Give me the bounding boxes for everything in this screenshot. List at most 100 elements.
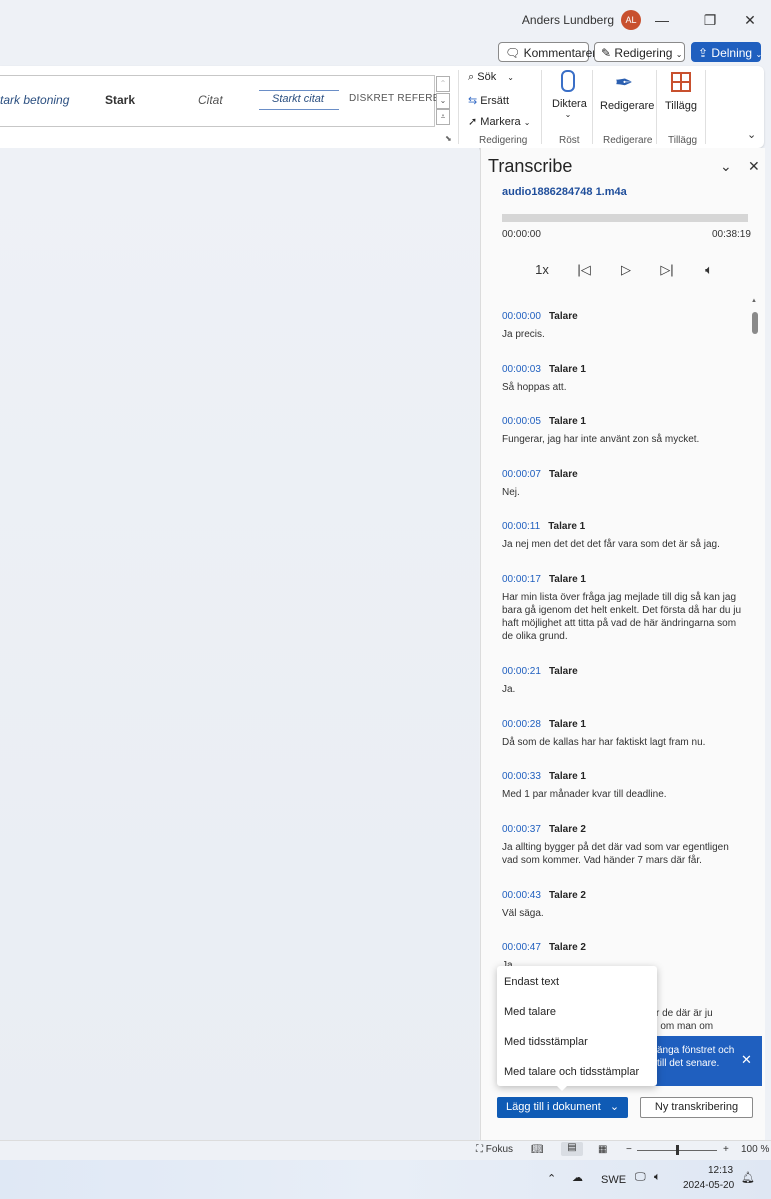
- zoom-out-icon[interactable]: −: [626, 1144, 632, 1155]
- select-button[interactable]: ➚ Markera ⌄: [468, 115, 530, 128]
- gallery-up-arrow[interactable]: ⌃: [436, 76, 450, 92]
- clock-time[interactable]: 12:13: [708, 1165, 733, 1176]
- timestamp-link[interactable]: 00:00:17: [502, 574, 541, 585]
- timestamp-link[interactable]: 00:00:05: [502, 416, 541, 427]
- show-hidden-icons-chevron-icon[interactable]: ⌃: [547, 1172, 556, 1185]
- timestamp-link[interactable]: 00:00:07: [502, 469, 541, 480]
- playback-progress-bar[interactable]: [502, 214, 748, 222]
- notifications-bell-icon[interactable]: 🔔︎: [741, 1171, 755, 1184]
- volume-icon[interactable]: 🔈︎: [697, 262, 721, 278]
- playback-speed-button[interactable]: 1x: [530, 262, 554, 277]
- dialog-launcher-icon[interactable]: ⬊: [445, 134, 452, 143]
- scroll-up-arrow-icon[interactable]: ▲: [751, 298, 757, 304]
- addins-button[interactable]: Tillägg: [664, 70, 698, 112]
- group-label-editing: Redigering: [479, 135, 528, 146]
- transcript-entry[interactable]: 00:00:33 Talare 1 Med 1 par månader kvar …: [502, 768, 746, 801]
- transcript-text: Nej.: [502, 487, 520, 498]
- print-layout-icon[interactable]: ▤: [561, 1142, 583, 1156]
- timestamp-link[interactable]: 00:00:47: [502, 942, 541, 953]
- speaker-label: Talare 1: [548, 771, 586, 782]
- transcript-entry[interactable]: 00:00:37 Talare 2 Ja allting bygger på de…: [502, 821, 746, 867]
- web-layout-icon[interactable]: ▦: [598, 1144, 607, 1155]
- menu-item-with-timestamps[interactable]: Med tidsstämplar: [504, 1036, 588, 1048]
- replace-button[interactable]: ⇆ Ersätt: [468, 94, 509, 107]
- minimize-button[interactable]: —: [647, 8, 677, 32]
- timestamp-link[interactable]: 00:00:33: [502, 771, 541, 782]
- zoom-slider-thumb[interactable]: [676, 1145, 679, 1155]
- focus-mode-button[interactable]: ⛶ Fokus: [476, 1144, 513, 1155]
- transcript-entry[interactable]: 00:00:05 Talare 1 Fungerar, jag har inte …: [502, 413, 746, 446]
- style-subtle-reference[interactable]: DISKRET REFEREN: [349, 93, 447, 104]
- ribbon-separator: [541, 70, 542, 144]
- close-window-button[interactable]: ✕: [735, 8, 765, 32]
- microphone-icon: [561, 70, 575, 92]
- gallery-down-arrow[interactable]: ⌄: [436, 93, 450, 109]
- style-intense-emphasis[interactable]: tark betoning: [0, 93, 69, 107]
- timestamp-link[interactable]: 00:00:03: [502, 364, 541, 375]
- clock-date[interactable]: 2024-05-20: [683, 1180, 734, 1191]
- timestamp-link[interactable]: 00:00:11: [502, 521, 540, 532]
- notification-close-icon[interactable]: ✕: [741, 1052, 752, 1068]
- play-icon[interactable]: ▷: [614, 262, 638, 278]
- input-language[interactable]: SWE: [601, 1174, 626, 1186]
- timestamp-link[interactable]: 00:00:21: [502, 666, 541, 677]
- restore-button[interactable]: ❐: [695, 8, 725, 32]
- timestamp-link[interactable]: 00:00:43: [502, 890, 541, 901]
- transcript-entry[interactable]: 00:00:00 Talare Ja precis.: [502, 308, 746, 341]
- onedrive-cloud-icon[interactable]: ☁: [572, 1171, 583, 1184]
- menu-item-with-speakers[interactable]: Med talare: [504, 1006, 556, 1018]
- transcript-entry[interactable]: 00:00:17 Talare 1 Har min lista över fråg…: [502, 571, 746, 643]
- ribbon-collapse-icon[interactable]: ⌄: [747, 128, 756, 141]
- zoom-level[interactable]: 100 %: [741, 1144, 769, 1155]
- transcript-scrollbar-thumb[interactable]: [752, 312, 758, 334]
- zoom-in-icon[interactable]: +: [723, 1144, 729, 1155]
- dictate-button[interactable]: Diktera ⌄: [552, 70, 587, 119]
- timestamp-link[interactable]: 00:00:37: [502, 824, 541, 835]
- comments-button[interactable]: 🗨︎ Kommentarer: [498, 42, 596, 62]
- skip-forward-icon[interactable]: ▷|: [655, 262, 679, 278]
- transcript-entry[interactable]: 00:00:28 Talare 1 Då som de kallas har ha…: [502, 716, 746, 749]
- transcript-text: Då som de kallas har har faktiskt lagt f…: [502, 737, 706, 748]
- transcript-text: Ja nej men det det det får vara som det …: [502, 539, 720, 550]
- style-quote[interactable]: Citat: [198, 93, 223, 107]
- menu-item-with-speakers-and-timestamps[interactable]: Med talare och tidsstämplar: [504, 1066, 639, 1078]
- add-to-document-menu: Endast text Med talare Med tidsstämplar …: [497, 966, 657, 1086]
- gallery-more-arrow[interactable]: ⩡: [436, 109, 450, 125]
- menu-item-text-only[interactable]: Endast text: [504, 976, 559, 988]
- network-icon[interactable]: 🖵︎: [635, 1171, 646, 1184]
- chevron-down-icon: ⌄: [564, 110, 572, 119]
- pane-options-chevron-icon[interactable]: ⌄: [720, 158, 732, 175]
- pane-close-icon[interactable]: ✕: [748, 158, 760, 175]
- addins-grid-icon: [671, 72, 691, 92]
- avatar[interactable]: AL: [621, 10, 641, 30]
- editor-button[interactable]: ✒ Redigerare: [600, 70, 654, 112]
- user-name[interactable]: Anders Lundberg: [522, 13, 614, 27]
- audio-file-link[interactable]: audio1886284748 1.m4a: [502, 186, 627, 198]
- transcript-text: Har min lista över fråga jag mejlade til…: [502, 592, 742, 642]
- style-strong[interactable]: Stark: [105, 93, 135, 107]
- new-transcription-button[interactable]: Ny transkribering: [640, 1097, 753, 1118]
- read-mode-icon[interactable]: 📖︎: [531, 1144, 544, 1155]
- transcript-entry[interactable]: 00:00:11 Talare 1 Ja nej men det det det …: [502, 518, 746, 551]
- total-time: 00:38:19: [712, 229, 751, 240]
- timestamp-link[interactable]: 00:00:00: [502, 311, 541, 322]
- cursor-icon: ➚: [468, 116, 478, 128]
- transcript-entry[interactable]: 00:00:03 Talare 1 Så hoppas att.: [502, 361, 746, 394]
- skip-back-icon[interactable]: |◁: [572, 262, 596, 278]
- transcript-text: Fungerar, jag har inte använt zon så myc…: [502, 434, 700, 445]
- transcript-entry[interactable]: 00:00:21 Talare Ja.: [502, 663, 746, 696]
- ribbon-separator: [705, 70, 706, 144]
- speaker-icon[interactable]: 🔈︎: [654, 1171, 661, 1184]
- transcript-text-partial: n om man om: [652, 1021, 714, 1032]
- add-to-document-button[interactable]: Lägg till i dokument ⌄: [497, 1097, 628, 1118]
- speaker-label: Talare 1: [548, 521, 586, 532]
- transcript-entry[interactable]: 00:00:43 Talare 2 Väl säga.: [502, 887, 746, 920]
- timestamp-link[interactable]: 00:00:28: [502, 719, 541, 730]
- search-button[interactable]: ⌕ Sök ⌄: [468, 71, 514, 84]
- editing-mode-button[interactable]: ✎ Redigering ⌄: [594, 42, 685, 62]
- transcript-entry[interactable]: 00:00:07 Talare Nej.: [502, 466, 746, 499]
- style-intense-quote[interactable]: Starkt citat: [272, 93, 324, 105]
- document-canvas[interactable]: [0, 148, 479, 1140]
- chevron-down-icon: ⌄: [675, 50, 683, 59]
- share-button[interactable]: ⇪ Delning ⌄: [691, 42, 762, 62]
